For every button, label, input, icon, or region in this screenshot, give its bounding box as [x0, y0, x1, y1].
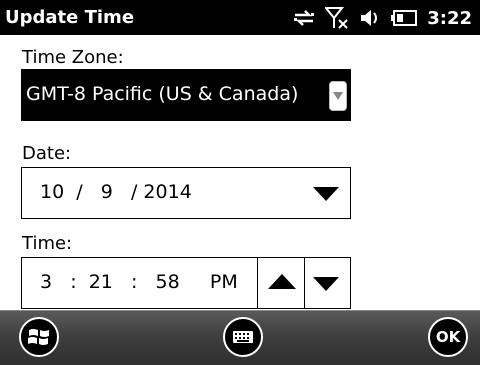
time-picker[interactable]: 3 : 21 : 58 PM	[21, 257, 351, 309]
speaker-icon	[359, 8, 381, 28]
softkey-bar: OK	[0, 310, 480, 365]
ok-button[interactable]: OK	[428, 317, 468, 357]
date-value[interactable]: 10 / 9 / 2014	[40, 181, 192, 203]
triangle-down-icon	[313, 187, 339, 201]
status-bar: Update Time 3:22	[0, 0, 480, 35]
no-signal-icon	[325, 6, 349, 30]
battery-icon	[391, 10, 418, 26]
divider	[257, 258, 258, 308]
chevron-down-icon	[333, 92, 343, 100]
windows-logo-icon	[28, 329, 49, 345]
update-time-form: Time Zone: GMT-8 Pacific (US & Canada) D…	[0, 35, 480, 310]
time-increment-button[interactable]	[268, 274, 296, 293]
time-decrement-button[interactable]	[313, 276, 339, 295]
timezone-value: GMT-8 Pacific (US & Canada)	[26, 83, 299, 105]
window-title: Update Time	[5, 7, 135, 28]
keyboard-button[interactable]	[223, 317, 263, 357]
triangle-down-icon	[313, 277, 339, 291]
date-label: Date:	[22, 143, 72, 164]
status-clock: 3:22	[427, 7, 472, 29]
divider	[304, 258, 305, 308]
sync-icon	[293, 8, 315, 28]
time-value[interactable]: 3 : 21 : 58 PM	[40, 271, 238, 293]
status-icons: 3:22	[293, 6, 472, 30]
timezone-select[interactable]: GMT-8 Pacific (US & Canada)	[21, 69, 351, 121]
triangle-up-icon	[268, 274, 296, 289]
date-picker[interactable]: 10 / 9 / 2014	[21, 167, 351, 219]
keyboard-icon	[233, 331, 253, 343]
timezone-dropdown-button[interactable]	[329, 81, 347, 111]
timezone-label: Time Zone:	[22, 47, 124, 68]
start-button[interactable]	[19, 317, 59, 357]
date-dropdown-button[interactable]	[313, 186, 339, 205]
time-label: Time:	[22, 233, 73, 254]
